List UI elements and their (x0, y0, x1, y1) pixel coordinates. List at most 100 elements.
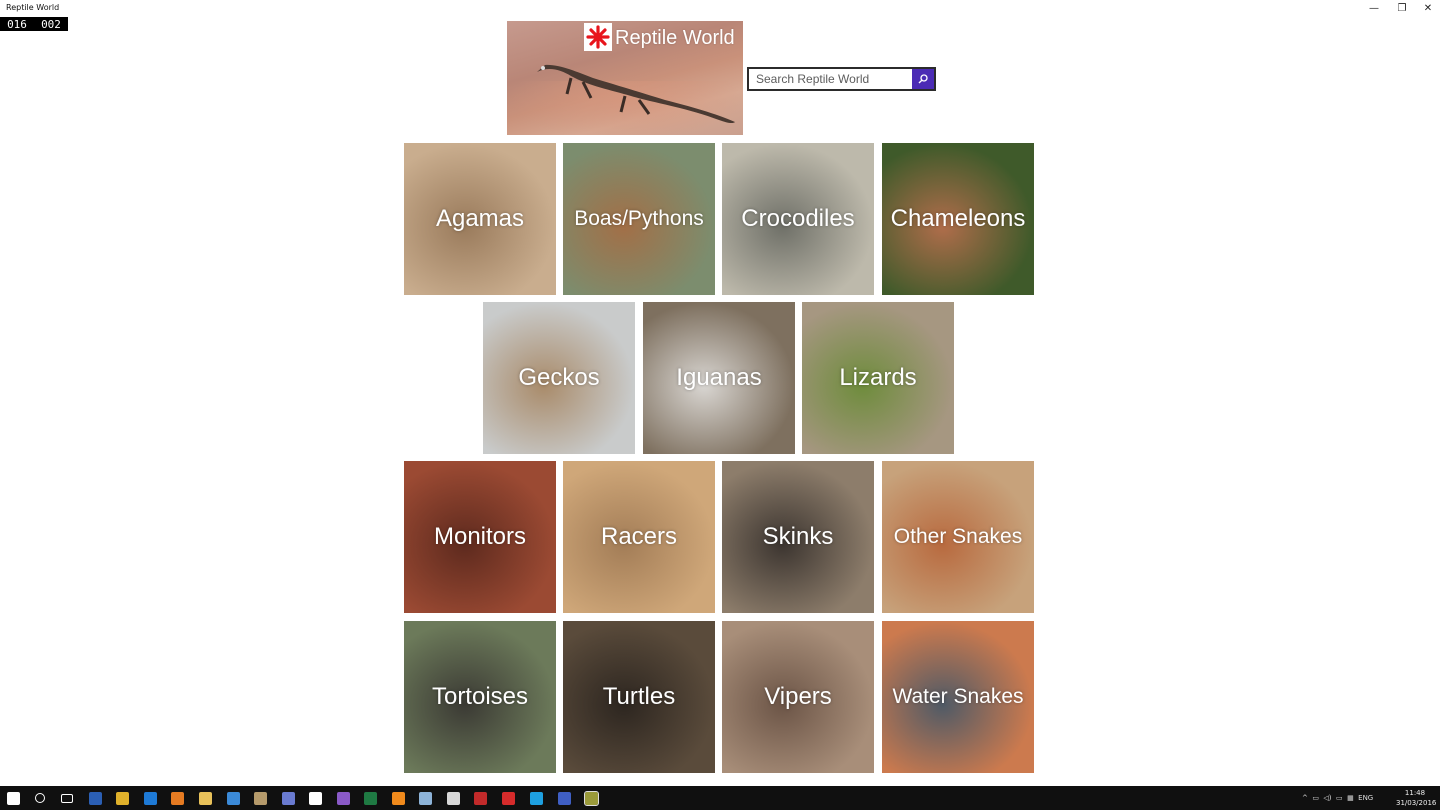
tile-chameleons[interactable]: Chameleons (882, 143, 1034, 295)
app-5-taskbar-button[interactable] (471, 789, 489, 807)
tile-geckos[interactable]: Geckos (483, 302, 635, 454)
skype-taskbar-button[interactable] (527, 789, 545, 807)
language-indicator[interactable]: ENG (1358, 794, 1373, 802)
tile-other-snakes[interactable]: Other Snakes (882, 461, 1034, 613)
mail-icon (226, 791, 240, 805)
chrome-taskbar-button[interactable] (113, 789, 131, 807)
tile-monitors[interactable]: Monitors (404, 461, 556, 613)
tile-lizards[interactable]: Lizards (802, 302, 954, 454)
search-box (747, 67, 936, 91)
search-button[interactable] (912, 69, 934, 89)
app-icon-1 (253, 791, 267, 805)
tile-label: Skinks (762, 523, 834, 550)
app-window: Reptile World — ❐ ✕ 016 002 Reptile Worl… (0, 0, 1440, 810)
tile-label: Chameleons (890, 205, 1026, 232)
tile-label: Iguanas (676, 364, 762, 391)
tile-label: Crocodiles (741, 205, 855, 232)
minimize-button[interactable]: — (1360, 0, 1388, 17)
tile-label: Turtles (602, 683, 676, 710)
reptile-world-taskbar-icon (583, 790, 599, 806)
excel-icon (363, 791, 377, 805)
tile-label: Racers (600, 523, 678, 550)
tile-label: Tortoises (431, 683, 529, 710)
window-title: Reptile World (6, 3, 60, 12)
red-asterisk-icon (586, 25, 610, 49)
app-1-taskbar-button[interactable] (251, 789, 269, 807)
file-explorer-icon (198, 791, 212, 805)
edge-icon (143, 791, 157, 805)
app-icon-2 (281, 791, 295, 805)
restore-icon: ❐ (1397, 3, 1407, 14)
excel-taskbar-button[interactable] (361, 789, 379, 807)
firefox-taskbar-button[interactable] (168, 789, 186, 807)
word-taskbar-button[interactable] (86, 789, 104, 807)
edge-taskbar-button[interactable] (141, 789, 159, 807)
vlc-taskbar-button[interactable] (389, 789, 407, 807)
frame-rate-counter: 016 002 (0, 17, 68, 31)
tile-racers[interactable]: Racers (563, 461, 715, 613)
app-name: Reptile World (615, 27, 735, 49)
acrobat-taskbar-button[interactable] (499, 789, 517, 807)
visual-studio-icon (336, 791, 350, 805)
start-taskbar-button[interactable] (4, 789, 22, 807)
tile-label: Agamas (435, 205, 525, 232)
chrome-icon (115, 791, 129, 805)
settings-icon (308, 791, 322, 805)
reptile-world-taskbar-taskbar-button[interactable] (582, 789, 600, 807)
search-icon (918, 74, 928, 84)
settings-taskbar-button[interactable] (306, 789, 324, 807)
task-view-taskbar-button[interactable] (58, 789, 76, 807)
logo (584, 23, 612, 51)
app-icon-4 (446, 791, 460, 805)
word-icon (88, 791, 102, 805)
mail-taskbar-button[interactable] (224, 789, 242, 807)
keyboard-icon: ▦ (1347, 794, 1359, 802)
app-2-taskbar-button[interactable] (279, 789, 297, 807)
app-6-taskbar-button[interactable] (555, 789, 573, 807)
search-input[interactable] (749, 69, 912, 89)
visual-studio-taskbar-button[interactable] (334, 789, 352, 807)
header-banner: Reptile World (507, 21, 743, 135)
network-icon: ▭ (1312, 794, 1324, 802)
tray-chevron-icon: ^ (1302, 794, 1313, 802)
app-3-taskbar-button[interactable] (416, 789, 434, 807)
cortana-icon (35, 793, 45, 803)
firefox-icon (170, 791, 184, 805)
file-explorer-taskbar-button[interactable] (196, 789, 214, 807)
clock-date: 31/03/2016 (1396, 799, 1437, 807)
title-bar: Reptile World — ❐ ✕ (0, 0, 1440, 17)
volume-icon: ◁) (1323, 794, 1336, 802)
tile-label: Other Snakes (893, 525, 1023, 548)
tile-boas-pythons[interactable]: Boas/Pythons (563, 143, 715, 295)
cortana-taskbar-button[interactable] (31, 789, 49, 807)
close-button[interactable]: ✕ (1414, 0, 1440, 17)
maximize-button[interactable]: ❐ (1388, 0, 1416, 17)
tile-label: Water Snakes (892, 685, 1024, 708)
tile-label: Monitors (433, 523, 527, 550)
notifications-icon: ▭ (1335, 794, 1348, 802)
tile-skinks[interactable]: Skinks (722, 461, 874, 613)
tile-label: Vipers (764, 683, 832, 710)
clock[interactable]: 11:48 31/03/2016 (1396, 788, 1437, 808)
app-4-taskbar-button[interactable] (444, 789, 462, 807)
close-icon: ✕ (1423, 3, 1433, 14)
tile-agamas[interactable]: Agamas (404, 143, 556, 295)
vlc-icon (391, 791, 405, 805)
tile-label: Lizards (839, 364, 917, 391)
tile-tortoises[interactable]: Tortoises (404, 621, 556, 773)
system-tray-icons[interactable]: ^ ▭ ◁) ▭ ▦ ENG (1302, 786, 1373, 810)
tile-iguanas[interactable]: Iguanas (643, 302, 795, 454)
app-icon-6 (557, 791, 571, 805)
acrobat-icon (501, 791, 515, 805)
clock-time: 11:48 (1404, 789, 1426, 797)
skype-icon (529, 791, 543, 805)
tile-label: Geckos (518, 364, 600, 391)
start-icon (6, 791, 20, 805)
app-icon-5 (473, 791, 487, 805)
tile-crocodiles[interactable]: Crocodiles (722, 143, 874, 295)
task-view-icon (61, 793, 73, 803)
tile-turtles[interactable]: Turtles (563, 621, 715, 773)
taskbar: ^ ▭ ◁) ▭ ▦ ENG 11:48 31/03/2016 (0, 786, 1440, 810)
tile-vipers[interactable]: Vipers (722, 621, 874, 773)
tile-water-snakes[interactable]: Water Snakes (882, 621, 1034, 773)
